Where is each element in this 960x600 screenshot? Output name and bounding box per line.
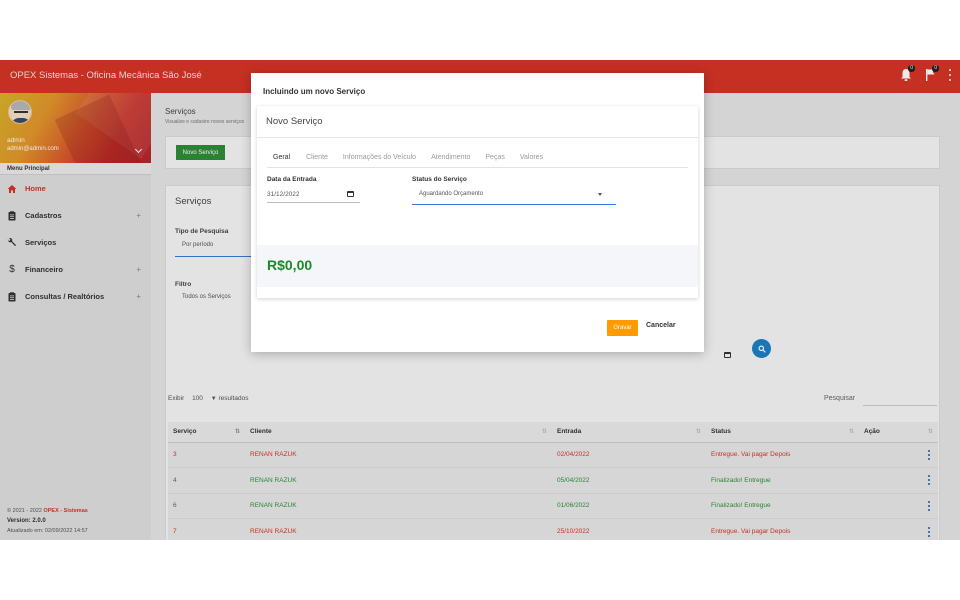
entry-date-label: Data da Entrada [267,176,317,183]
new-service-modal: Incluindo um novo Serviço Novo Serviço G… [251,73,704,352]
tab-informacoes-veiculo[interactable]: Informações do Veículo [343,154,416,168]
tab-atendimento[interactable]: Atendimento [431,154,470,168]
entry-date-input[interactable]: 31/12/2022 [267,191,300,198]
app-window: OPEX Sistemas - Oficina Mecânica São Jos… [0,60,960,540]
cancel-button[interactable]: Cancelar [646,322,676,329]
tab-pecas[interactable]: Peças [485,154,504,168]
total-value: R$0,00 [267,257,313,273]
chevron-down-icon[interactable] [598,193,602,196]
service-status-label: Status do Serviço [412,176,467,183]
new-service-card-title: Novo Serviço [266,116,323,127]
modal-tabs: Geral Cliente Informações do Veículo Ate… [267,154,558,168]
service-status-select[interactable]: Aguardando Orçamento [419,191,483,197]
calendar-icon[interactable] [347,191,354,197]
new-service-card: Novo Serviço Geral Cliente Informações d… [257,106,698,298]
modal-title: Incluindo um novo Serviço [263,87,366,96]
total-panel: R$0,00 [257,245,698,287]
tab-cliente[interactable]: Cliente [306,154,328,168]
tab-valores[interactable]: Valores [520,154,543,168]
save-button[interactable]: Gravar [607,320,638,336]
tab-geral[interactable]: Geral [267,154,297,168]
